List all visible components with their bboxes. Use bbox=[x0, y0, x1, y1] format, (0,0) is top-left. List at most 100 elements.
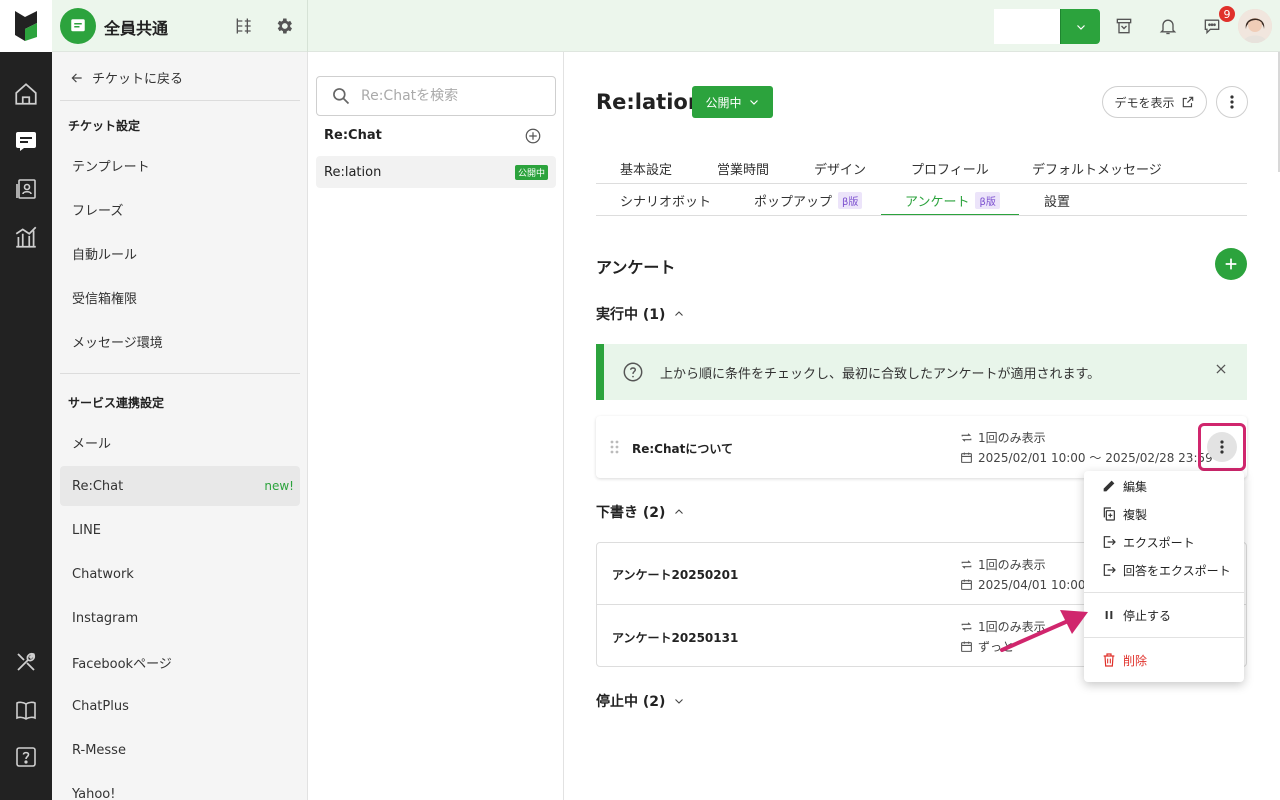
inbox-tree-icon[interactable] bbox=[232, 14, 256, 38]
calendar-icon bbox=[961, 641, 972, 652]
campaign-icon[interactable] bbox=[1112, 14, 1136, 38]
sidebar-item-phrase[interactable]: フレーズ bbox=[60, 189, 300, 229]
sidebar-item-rechat[interactable]: Re:Chat new! bbox=[60, 466, 300, 506]
sidebar-item-yahoo[interactable]: Yahoo! bbox=[60, 774, 300, 800]
availability-dropdown[interactable] bbox=[1061, 9, 1100, 44]
running-section-toggle[interactable]: 実行中 (1) bbox=[596, 304, 685, 324]
tab-label: デフォルトメッセージ bbox=[1032, 162, 1162, 178]
menu-item-delete[interactable]: 削除 bbox=[1084, 646, 1244, 674]
manual-book-icon[interactable] bbox=[10, 694, 42, 726]
period-meta: 2025/04/01 10:00 〜 bbox=[960, 576, 1101, 593]
close-icon[interactable] bbox=[1214, 362, 1228, 376]
analytics-icon[interactable] bbox=[10, 221, 42, 253]
sidebar-item-facebook[interactable]: Facebookページ bbox=[60, 642, 300, 682]
tools-icon[interactable] bbox=[10, 646, 42, 678]
availability-toggle[interactable]: 受付中 bbox=[994, 9, 1060, 44]
more-options-button[interactable] bbox=[1216, 86, 1248, 118]
tab-default-message[interactable]: デフォルトメッセージ bbox=[1032, 152, 1162, 184]
sidebar-item-label: 受信箱権限 bbox=[72, 291, 138, 307]
menu-item-edit[interactable]: 編集 bbox=[1084, 472, 1244, 500]
frequency-meta: 1回のみ表示 bbox=[960, 556, 1046, 573]
tab-scenario-bot[interactable]: シナリオボット bbox=[620, 184, 711, 216]
menu-item-export-answers[interactable]: 回答をエクスポート bbox=[1084, 556, 1244, 584]
sidebar-item-inbox-permission[interactable]: 受信箱権限 bbox=[60, 277, 300, 317]
settings-sidebar: チケットに戻る チケット設定 テンプレート フレーズ 自動ルール 受信箱権限 メ… bbox=[52, 52, 308, 800]
sidebar-item-label: Chatwork bbox=[72, 566, 134, 582]
bell-icon[interactable] bbox=[1156, 14, 1180, 38]
notice-text: 上から順に条件をチェックし、最初に合致したアンケートが適用されます。 bbox=[660, 367, 1101, 382]
survey-more-options-button[interactable] bbox=[1198, 423, 1246, 471]
divider bbox=[1084, 592, 1244, 593]
sidebar-item-label: メール bbox=[72, 436, 112, 452]
help-icon[interactable] bbox=[10, 741, 42, 773]
back-label: チケットに戻る bbox=[92, 72, 184, 87]
contacts-icon[interactable] bbox=[10, 173, 42, 205]
plus-icon bbox=[1225, 258, 1237, 270]
external-link-icon bbox=[1182, 96, 1193, 108]
search-icon bbox=[333, 88, 350, 105]
tab-design[interactable]: デザイン bbox=[814, 152, 866, 184]
notification-badge: 9 bbox=[1217, 4, 1237, 24]
sidebar-item-instagram[interactable]: Instagram bbox=[60, 598, 300, 638]
period-label: 2025/04/01 10:00 〜 bbox=[978, 578, 1102, 592]
running-header: 実行中 (1) bbox=[596, 307, 666, 323]
tab-survey[interactable]: アンケート β版 bbox=[905, 184, 1000, 216]
sidebar-item-label: Re:Chat bbox=[72, 478, 124, 494]
sidebar-item-label: Instagram bbox=[72, 610, 139, 626]
group-title: Re:Chat bbox=[324, 128, 382, 143]
survey-title: アンケート20250131 bbox=[612, 631, 739, 645]
stopped-section-toggle[interactable]: 停止中 (2) bbox=[596, 691, 685, 711]
sidebar-item-template[interactable]: テンプレート bbox=[60, 145, 300, 185]
list-item[interactable]: Re:lation 公開中 bbox=[316, 156, 556, 188]
sidebar-item-mail[interactable]: メール bbox=[60, 422, 300, 462]
user-avatar-icon bbox=[1238, 9, 1272, 43]
tab-business-hours[interactable]: 営業時間 bbox=[717, 152, 769, 184]
search-input[interactable] bbox=[361, 88, 541, 104]
add-survey-button[interactable] bbox=[1215, 248, 1247, 280]
sidebar-item-chatwork[interactable]: Chatwork bbox=[60, 554, 300, 594]
kebab-menu-icon bbox=[1220, 440, 1224, 454]
annotation-arrow-icon bbox=[1000, 610, 1088, 652]
divider bbox=[1084, 637, 1244, 638]
sidebar-item-label: R-Messe bbox=[72, 742, 126, 758]
workspace-title[interactable]: 全員共通 bbox=[104, 15, 168, 39]
frequency-label: 1回のみ表示 bbox=[978, 558, 1046, 572]
sidebar-item-chatplus[interactable]: ChatPlus bbox=[60, 686, 300, 726]
avatar[interactable] bbox=[1238, 9, 1272, 43]
page-title: Re:lation bbox=[596, 90, 703, 114]
tab-popup[interactable]: ポップアップ β版 bbox=[754, 184, 863, 216]
list-item-label: Re:lation bbox=[324, 164, 382, 180]
kebab-menu-icon bbox=[1230, 95, 1234, 109]
tab-basic-settings[interactable]: 基本設定 bbox=[620, 152, 672, 184]
menu-item-label: 削除 bbox=[1123, 653, 1148, 668]
top-bar: 全員共通 受付中 9 bbox=[52, 0, 1280, 52]
menu-item-export[interactable]: エクスポート bbox=[1084, 528, 1244, 556]
menu-item-stop[interactable]: 停止する bbox=[1084, 601, 1244, 629]
sidebar-item-auto-rule[interactable]: 自動ルール bbox=[60, 233, 300, 273]
app-logo[interactable] bbox=[0, 0, 52, 52]
ticket-icon[interactable] bbox=[10, 125, 42, 157]
back-to-tickets-link[interactable]: チケットに戻る bbox=[70, 68, 183, 87]
sidebar-item-label: フレーズ bbox=[72, 203, 124, 219]
show-demo-button[interactable]: デモを表示 bbox=[1102, 86, 1207, 118]
sidebar-item-rmesse[interactable]: R-Messe bbox=[60, 730, 300, 770]
workspace-icon[interactable] bbox=[60, 8, 96, 44]
tab-profile[interactable]: プロフィール bbox=[911, 152, 989, 184]
chevron-down-icon bbox=[675, 699, 684, 704]
arrow-left-icon bbox=[71, 73, 82, 82]
add-channel-button[interactable] bbox=[524, 127, 542, 145]
sidebar-item-line[interactable]: LINE bbox=[60, 510, 300, 550]
drag-handle-icon[interactable] bbox=[610, 440, 620, 454]
section-ticket-settings: チケット設定 bbox=[68, 119, 141, 133]
sidebar-item-message-env[interactable]: メッセージ環境 bbox=[60, 321, 300, 361]
app-rail bbox=[0, 0, 52, 800]
draft-section-toggle[interactable]: 下書き (2) bbox=[596, 502, 685, 522]
menu-item-duplicate[interactable]: 複製 bbox=[1084, 500, 1244, 528]
gear-icon[interactable] bbox=[272, 14, 296, 38]
tab-installation[interactable]: 設置 bbox=[1044, 184, 1070, 216]
menu-item-label: 停止する bbox=[1123, 608, 1172, 623]
home-icon[interactable] bbox=[10, 78, 42, 110]
publish-status-button[interactable]: 公開中 bbox=[692, 86, 773, 118]
tab-label: プロフィール bbox=[911, 162, 989, 178]
survey-card-running[interactable]: Re:Chatについて 1回のみ表示 2025/02/01 10:00 〜 20… bbox=[596, 416, 1247, 478]
